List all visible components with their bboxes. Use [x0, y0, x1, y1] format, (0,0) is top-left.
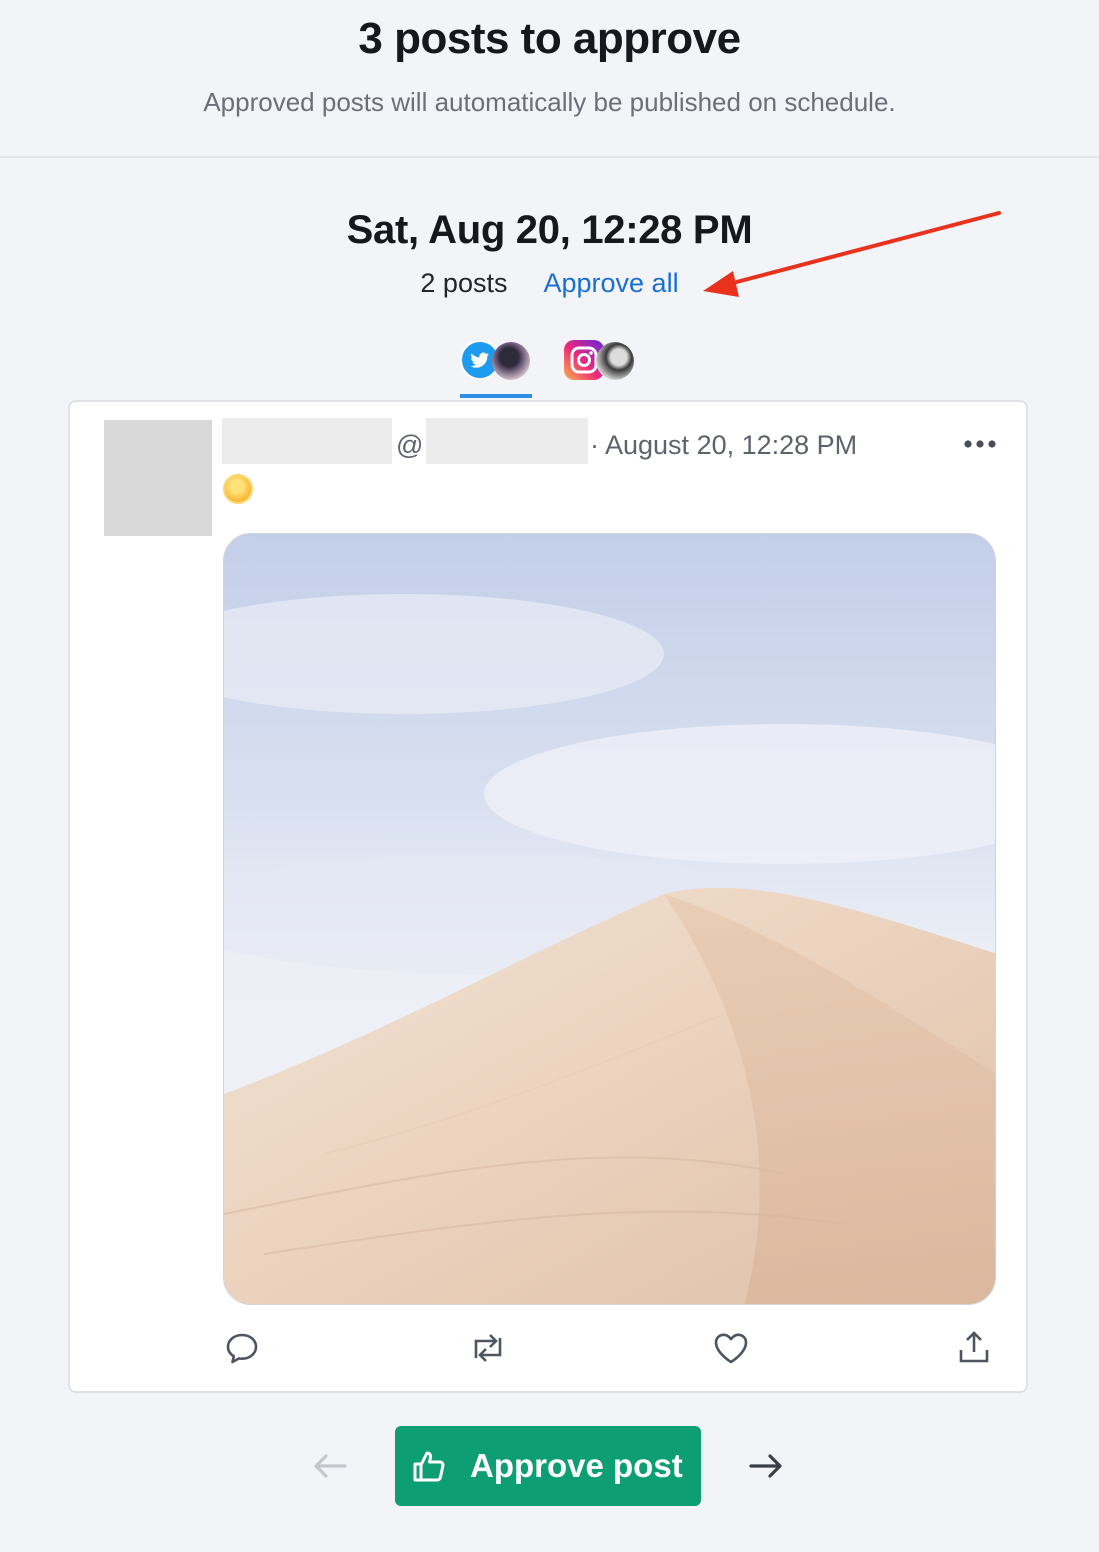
account-avatar — [596, 342, 634, 380]
next-arrow-icon[interactable] — [748, 1452, 784, 1480]
more-options-icon[interactable] — [962, 438, 998, 450]
post-preview-card: @ · August 20, 12:28 PM — [68, 400, 1028, 1393]
page-subtitle: Approved posts will automatically be pub… — [203, 87, 896, 117]
previous-arrow-icon[interactable] — [312, 1452, 348, 1480]
share-icon[interactable] — [956, 1330, 992, 1366]
annotation-arrow-icon — [703, 211, 1001, 297]
approve-all-link[interactable]: Approve all — [543, 268, 678, 298]
tab-twitter[interactable] — [460, 338, 532, 398]
page-title: 3 posts to approve — [358, 14, 741, 63]
account-avatar — [492, 342, 530, 380]
post-date: · August 20, 12:28 PM — [590, 430, 858, 460]
handle-prefix: @ — [396, 430, 424, 460]
approve-post-label: Approve post — [470, 1447, 683, 1484]
post-navigation: Approve post — [0, 1426, 1099, 1506]
redacted-display-name — [222, 418, 392, 464]
page-header: 3 posts to approve Approved posts will a… — [0, 0, 1099, 158]
sun-emoji-icon — [225, 476, 251, 502]
retweet-icon[interactable] — [468, 1330, 508, 1366]
post-image[interactable] — [223, 533, 996, 1305]
reply-icon[interactable] — [224, 1330, 260, 1366]
post-actions — [220, 1330, 1000, 1370]
post-count: 2 posts — [420, 268, 508, 298]
author-avatar — [104, 420, 212, 536]
approval-page: 3 posts to approve Approved posts will a… — [0, 0, 1099, 1552]
thumbs-up-icon — [413, 1451, 445, 1482]
tab-instagram[interactable] — [564, 338, 636, 398]
redacted-handle — [426, 418, 588, 464]
like-heart-icon[interactable] — [712, 1330, 750, 1366]
approve-post-button[interactable]: Approve post — [395, 1426, 701, 1506]
